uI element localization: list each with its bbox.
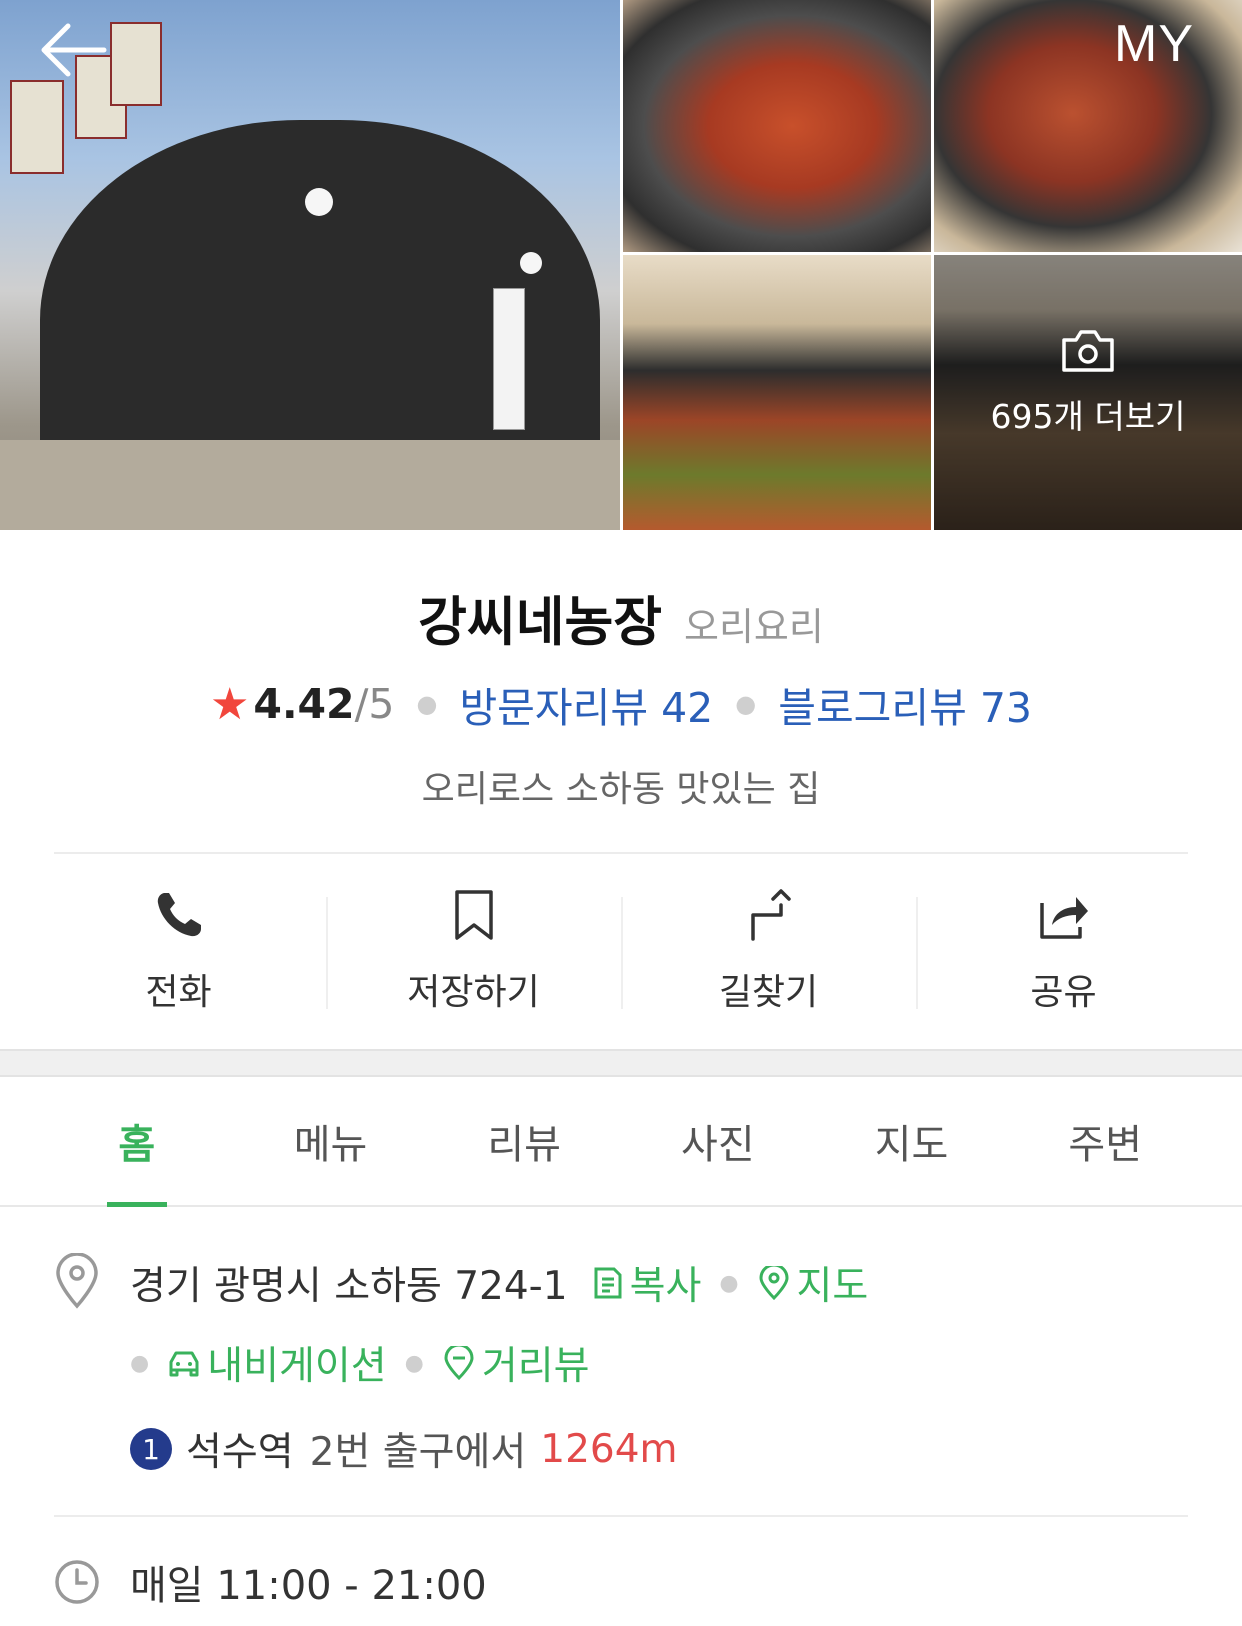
address-text: 경기 광명시 소하동 724-1: [130, 1264, 568, 1309]
share-button[interactable]: 공유: [916, 889, 1211, 1015]
place-info: 강씨네농장 오리요리 ★ 4.42 /5 ● 방문자리뷰 42 ● 블로그리뷰 …: [0, 580, 1242, 812]
subway-info: 1 석수역 2번 출구에서 1264m: [130, 1421, 868, 1477]
call-button[interactable]: 전화: [31, 889, 326, 1015]
photo-gallery: MY 695개 더보기: [0, 0, 1242, 530]
rating-row: ★ 4.42 /5 ● 방문자리뷰 42 ● 블로그리뷰 73: [0, 674, 1242, 734]
tab-bar: 홈 메뉴 리뷰 사진 지도 주변: [0, 1077, 1242, 1207]
rating-max: /5: [354, 680, 395, 728]
map-label: 지도: [796, 1264, 869, 1309]
hours-row[interactable]: 매일 11:00 - 21:00: [54, 1553, 1242, 1611]
directions-label: 길찾기: [718, 971, 819, 1013]
lamp-shape: [520, 252, 542, 274]
section-band: [0, 1049, 1242, 1077]
save-label: 저장하기: [407, 971, 540, 1013]
navigation-link[interactable]: 내비게이션: [167, 1335, 387, 1391]
street-view-link[interactable]: 거리뷰: [442, 1335, 590, 1391]
navigation-label: 내비게이션: [207, 1344, 387, 1389]
copy-button[interactable]: 복사: [590, 1255, 702, 1311]
visitor-review-link[interactable]: 방문자리뷰 42: [459, 674, 713, 734]
place-description: 오리로스 소하동 맛있는 집: [421, 769, 821, 810]
tab-nearby[interactable]: 주변: [1008, 1077, 1202, 1205]
roof-sign-3: [110, 22, 162, 106]
phone-icon: [157, 892, 201, 936]
separator-dot: ●: [416, 690, 438, 718]
star-icon: ★: [209, 678, 250, 730]
separator-dot: ●: [404, 1350, 424, 1376]
camera-icon: [1062, 329, 1114, 372]
address-row: 경기 광명시 소하동 724-1 복사 ● 지도 ● 내비게이션 ● 거리뷰 1…: [54, 1253, 1242, 1477]
more-photos-label: 695개 더보기: [990, 396, 1186, 436]
blog-review-link[interactable]: 블로그리뷰 73: [778, 674, 1032, 734]
tab-map[interactable]: 지도: [815, 1077, 1009, 1205]
directions-button[interactable]: 길찾기: [621, 888, 916, 1015]
lamp-shape: [305, 188, 333, 216]
car-icon: [169, 1351, 199, 1377]
photo-thumb-1[interactable]: [623, 0, 931, 252]
street-view-pin-icon: [444, 1346, 474, 1380]
separator-dot: ●: [130, 1350, 150, 1376]
map-pin-icon: [759, 1266, 789, 1300]
tab-photo[interactable]: 사진: [621, 1077, 815, 1205]
back-button[interactable]: [38, 20, 108, 80]
action-bar: 전화 저장하기 길찾기 공유: [31, 854, 1211, 1049]
rating-score: 4.42: [253, 680, 355, 728]
clock-icon: [55, 1560, 99, 1604]
location-pin-icon: [56, 1253, 98, 1309]
hours-text: 매일 11:00 - 21:00: [130, 1563, 487, 1609]
directions-arrow-icon: [750, 888, 791, 941]
separator-dot: ●: [719, 1270, 739, 1296]
distance: 1264m: [540, 1426, 678, 1472]
bookmark-icon: [454, 889, 493, 940]
photo-thumb-2[interactable]: [934, 0, 1242, 252]
map-link[interactable]: 지도: [757, 1255, 869, 1311]
details-section: 경기 광명시 소하동 724-1 복사 ● 지도 ● 내비게이션 ● 거리뷰 1…: [0, 1207, 1242, 1611]
subway-line-badge: 1: [130, 1428, 172, 1470]
call-label: 전화: [145, 971, 212, 1013]
place-category: 오리요리: [683, 605, 824, 649]
photo-thumb-3[interactable]: [623, 255, 931, 530]
station-exit: 2번 출구에서: [309, 1430, 527, 1475]
save-button[interactable]: 저장하기: [326, 889, 621, 1015]
copy-icon: [594, 1267, 622, 1299]
place-name: 강씨네농장: [418, 592, 662, 653]
more-photos-button[interactable]: 695개 더보기: [934, 255, 1242, 530]
ground-shape: [0, 440, 620, 530]
share-icon: [1039, 896, 1088, 939]
roof-sign-1: [10, 80, 64, 174]
separator-dot: ●: [735, 690, 757, 718]
standing-sign: [493, 288, 525, 430]
tab-review[interactable]: 리뷰: [427, 1077, 621, 1205]
station-name: 석수역: [186, 1430, 294, 1475]
copy-label: 복사: [629, 1264, 702, 1309]
tab-menu[interactable]: 메뉴: [234, 1077, 428, 1205]
my-button[interactable]: MY: [1114, 14, 1194, 74]
tab-home[interactable]: 홈: [40, 1077, 234, 1205]
divider: [54, 1515, 1188, 1517]
share-label: 공유: [1030, 971, 1097, 1013]
arrow-left-icon: [41, 23, 107, 77]
street-view-label: 거리뷰: [481, 1344, 590, 1389]
